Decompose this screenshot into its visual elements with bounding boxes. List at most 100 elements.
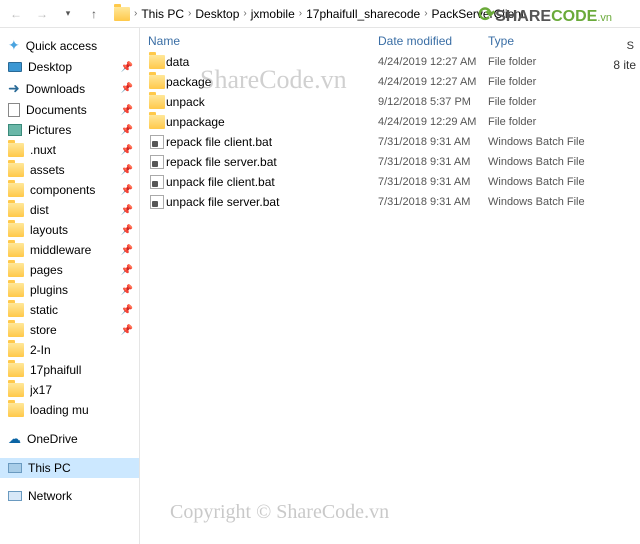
sidebar-folder[interactable]: .nuxt📌 — [0, 140, 139, 160]
file-name: package — [166, 75, 378, 89]
back-button[interactable]: ← — [6, 4, 26, 24]
file-type: Windows Batch File — [488, 136, 632, 148]
sidebar-desktop[interactable]: Desktop📌 — [0, 57, 139, 77]
sidebar-folder[interactable]: pages📌 — [0, 260, 139, 280]
file-list: data4/24/2019 12:27 AMFile folderpackage… — [140, 52, 640, 212]
file-row[interactable]: repack file server.bat7/31/2018 9:31 AMW… — [148, 152, 632, 172]
sidebar-folder[interactable]: 2-In — [0, 340, 139, 360]
file-row[interactable]: unpack file server.bat7/31/2018 9:31 AMW… — [148, 192, 632, 212]
folder-icon — [8, 343, 24, 357]
recent-dropdown[interactable]: ▾ — [58, 4, 78, 24]
pin-icon: 📌 — [121, 325, 133, 336]
sidebar-folder[interactable]: components📌 — [0, 180, 139, 200]
file-row[interactable]: package4/24/2019 12:27 AMFile folder — [148, 72, 632, 92]
network-icon — [8, 491, 22, 501]
pc-icon — [8, 463, 22, 473]
folder-icon — [8, 323, 24, 337]
pictures-icon — [8, 124, 22, 136]
folder-icon — [8, 403, 24, 417]
pin-icon: 📌 — [121, 265, 133, 276]
file-row[interactable]: unpackage4/24/2019 12:29 AMFile folder — [148, 112, 632, 132]
chevron-right-icon: › — [243, 8, 246, 19]
column-name[interactable]: Name — [148, 34, 378, 48]
file-date: 4/24/2019 12:27 AM — [378, 76, 488, 88]
folder-icon — [8, 363, 24, 377]
sidebar-folder[interactable]: assets📌 — [0, 160, 139, 180]
crumb[interactable]: This PC — [141, 7, 184, 21]
sidebar-folder[interactable]: jx17 — [0, 380, 139, 400]
sidebar-folder[interactable]: middleware📌 — [0, 240, 139, 260]
file-name: data — [166, 55, 378, 69]
bat-file-icon — [150, 155, 164, 169]
file-type: File folder — [488, 56, 632, 68]
crumb[interactable]: PackServerClient — [432, 7, 525, 21]
folder-icon — [8, 263, 24, 277]
sidebar-folder[interactable]: static📌 — [0, 300, 139, 320]
chevron-right-icon: › — [299, 8, 302, 19]
pin-icon: 📌 — [121, 225, 133, 236]
pin-icon: 📌 — [121, 205, 133, 216]
pin-icon: 📌 — [121, 165, 133, 176]
item-count: 8 ite — [613, 58, 636, 72]
crumb[interactable]: Desktop — [195, 7, 239, 21]
file-name: repack file client.bat — [166, 135, 378, 149]
chevron-right-icon: › — [188, 8, 191, 19]
file-type: File folder — [488, 116, 632, 128]
crumb[interactable]: jxmobile — [251, 7, 295, 21]
bat-file-icon — [150, 135, 164, 149]
sidebar-folder[interactable]: plugins📌 — [0, 280, 139, 300]
pin-icon: 📌 — [121, 62, 133, 73]
sidebar-folder[interactable]: 17phaifull — [0, 360, 139, 380]
sidebar-downloads[interactable]: ➜Downloads📌 — [0, 77, 139, 100]
sidebar-folder[interactable]: loading mu — [0, 400, 139, 420]
folder-icon — [8, 383, 24, 397]
file-name: unpack — [166, 95, 378, 109]
file-date: 7/31/2018 9:31 AM — [378, 136, 488, 148]
file-name: unpackage — [166, 115, 378, 129]
document-icon — [8, 103, 20, 117]
pin-icon: 📌 — [121, 145, 133, 156]
folder-icon — [8, 203, 24, 217]
folder-icon — [8, 303, 24, 317]
folder-icon — [8, 143, 24, 157]
download-icon: ➜ — [8, 80, 20, 97]
file-date: 4/24/2019 12:29 AM — [378, 116, 488, 128]
file-type: Windows Batch File — [488, 176, 632, 188]
sidebar-folder[interactable]: layouts📌 — [0, 220, 139, 240]
sidebar-network[interactable]: Network — [0, 486, 139, 506]
sidebar-onedrive[interactable]: ☁OneDrive — [0, 428, 139, 450]
file-date: 7/31/2018 9:31 AM — [378, 196, 488, 208]
folder-icon — [8, 243, 24, 257]
sidebar-thispc[interactable]: This PC — [0, 458, 139, 478]
column-header-partial: S — [627, 40, 634, 52]
file-name: unpack file client.bat — [166, 175, 378, 189]
crumb[interactable]: 17phaifull_sharecode — [306, 7, 420, 21]
file-row[interactable]: unpack file client.bat7/31/2018 9:31 AMW… — [148, 172, 632, 192]
breadcrumb[interactable]: › This PC › Desktop › jxmobile › 17phaif… — [110, 3, 634, 25]
file-type: File folder — [488, 76, 632, 88]
desktop-icon — [8, 62, 22, 72]
column-type[interactable]: Type — [488, 34, 632, 48]
file-type: Windows Batch File — [488, 196, 632, 208]
file-row[interactable]: repack file client.bat7/31/2018 9:31 AMW… — [148, 132, 632, 152]
sidebar-pictures[interactable]: Pictures📌 — [0, 120, 139, 140]
sidebar-folder[interactable]: dist📌 — [0, 200, 139, 220]
file-row[interactable]: data4/24/2019 12:27 AMFile folder — [148, 52, 632, 72]
column-date[interactable]: Date modified — [378, 34, 488, 48]
up-button[interactable]: ↑ — [84, 4, 104, 24]
file-row[interactable]: unpack9/12/2018 5:37 PMFile folder — [148, 92, 632, 112]
forward-button[interactable]: → — [32, 4, 52, 24]
file-name: unpack file server.bat — [166, 195, 378, 209]
quick-access[interactable]: ✦Quick access — [0, 34, 139, 57]
pin-icon: 📌 — [121, 285, 133, 296]
chevron-right-icon: › — [134, 8, 137, 19]
sidebar-folder[interactable]: store📌 — [0, 320, 139, 340]
sidebar-documents[interactable]: Documents📌 — [0, 100, 139, 120]
file-date: 4/24/2019 12:27 AM — [378, 56, 488, 68]
folder-icon — [149, 75, 165, 89]
chevron-right-icon: › — [424, 8, 427, 19]
bat-file-icon — [150, 175, 164, 189]
folder-icon — [8, 163, 24, 177]
pin-icon: 📌 — [121, 83, 133, 94]
file-view: Name Date modified Type data4/24/2019 12… — [140, 28, 640, 544]
